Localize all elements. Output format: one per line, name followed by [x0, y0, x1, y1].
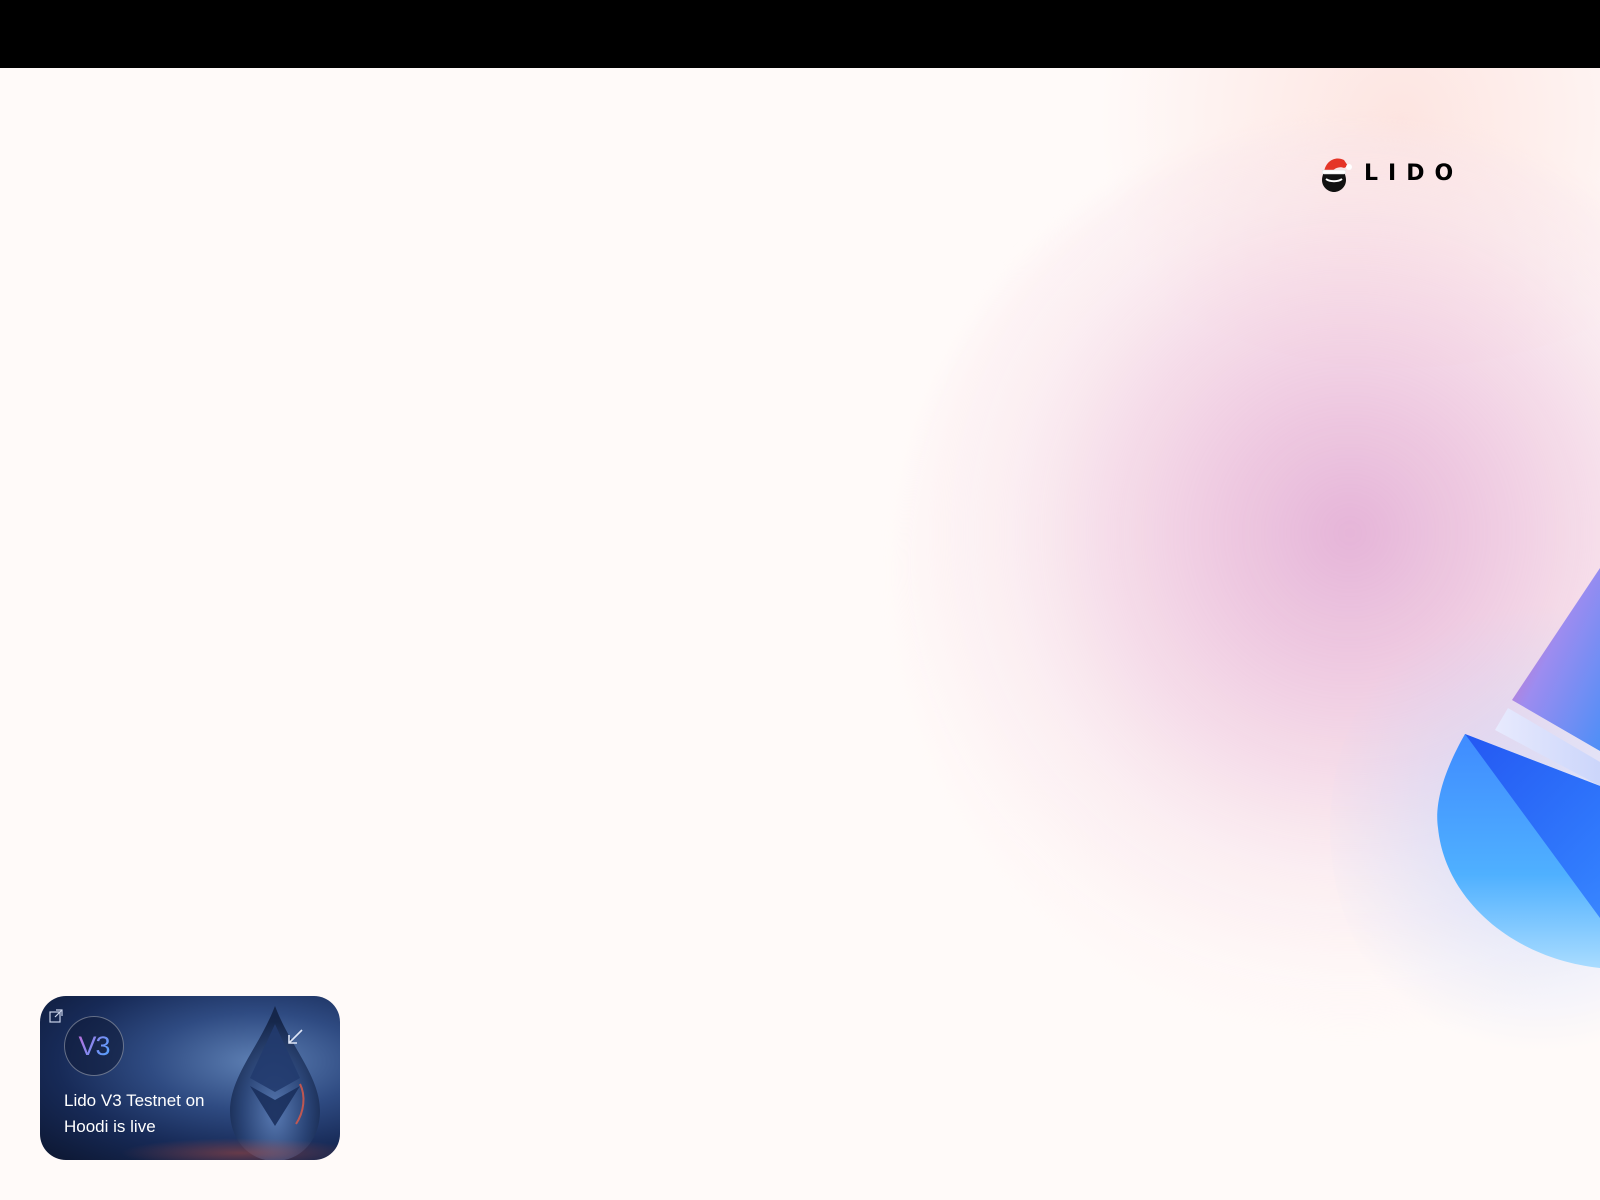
external-link-icon[interactable] — [48, 1008, 64, 1024]
ethereum-crystal-art — [1437, 568, 1600, 968]
lido-drop-santa-hat-icon — [1321, 158, 1352, 192]
promo-card-glow — [120, 1138, 340, 1160]
arrow-down-left-icon[interactable] — [284, 1026, 306, 1048]
promo-title: Lido V3 Testnet on Hoodi is live — [64, 1091, 205, 1136]
browser-top-bar — [0, 0, 1600, 68]
v3-badge: V3 — [64, 1016, 124, 1076]
logo-wordmark: LIDO — [1364, 160, 1464, 186]
page-canvas: LIDO V3 Lido V3 Testnet on Hoodi is live — [0, 68, 1600, 1200]
lido-logo[interactable]: LIDO — [1318, 152, 1463, 194]
v3-badge-label: V3 — [78, 1030, 110, 1061]
promo-card-lido-v3[interactable]: V3 Lido V3 Testnet on Hoodi is live — [40, 996, 340, 1160]
